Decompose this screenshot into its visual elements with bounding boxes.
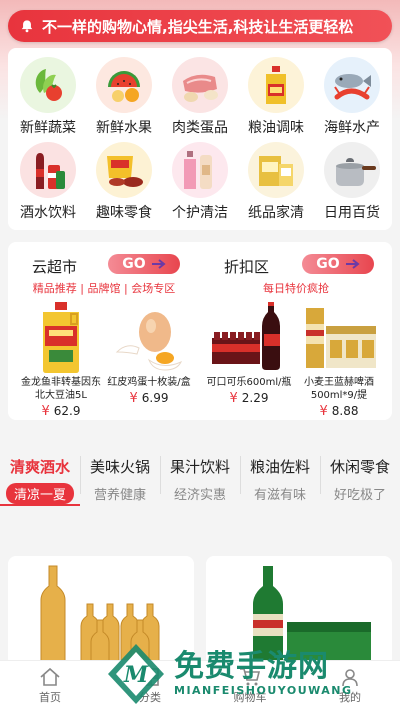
home-icon <box>40 667 60 686</box>
notice-bar[interactable]: 不一样的购物心情,指尖生活,科技让生活更轻松 <box>8 10 392 42</box>
fruit-icon <box>96 56 152 113</box>
tab-hotpot[interactable]: 美味火锅 营养健康 <box>80 446 160 506</box>
category-label: 新鲜水果 <box>96 119 152 136</box>
category-item-drinks[interactable]: 酒水饮料 <box>10 139 86 224</box>
tab-title: 粮油佐料 <box>249 458 310 476</box>
paper-icon <box>248 141 304 198</box>
snack-icon <box>96 141 152 198</box>
category-item-meat-eggs[interactable]: 肉类蛋品 <box>162 54 238 139</box>
product-card-coca-cola[interactable]: 可口可乐600ml/瓶 ¥2.29 <box>206 300 292 406</box>
tab-subtitle: 清凉一夏 <box>5 483 74 504</box>
pot-icon <box>324 141 380 198</box>
product-name: 金龙鱼非转基因东北大豆油5L <box>21 377 101 401</box>
product-card-soybean-oil[interactable]: 金龙鱼非转基因东北大豆油5L ¥62.9 <box>18 300 104 419</box>
supermarket-go-button[interactable]: GO <box>108 254 180 274</box>
nav-label: 分类 <box>139 691 161 704</box>
product-name: 小麦王蓝赫啤酒500ml*9/提 <box>304 377 374 401</box>
nav-home[interactable]: 首页 <box>0 661 100 711</box>
category-label: 新鲜蔬菜 <box>20 119 76 136</box>
category-item-paper-home[interactable]: 纸品家清 <box>238 139 314 224</box>
eggs-image <box>106 300 192 374</box>
promo-subtitle[interactable]: 精品推荐 | 品牌馆 | 会场专区 <box>8 280 200 296</box>
tab-subtitle: 好吃极了 <box>333 488 386 503</box>
product-price: ¥2.29 <box>229 391 269 406</box>
tab-title: 果汁饮料 <box>169 458 230 476</box>
user-icon <box>342 669 358 687</box>
vegetable-icon <box>20 56 76 113</box>
product-card[interactable] <box>8 556 194 666</box>
category-item-grain-oil[interactable]: 粮油调味 <box>238 54 314 139</box>
cloud-supermarket-panel: 云超市 GO 精品推荐 | 品牌馆 | 会场专区 金龙鱼非转基因东北大豆油5L <box>8 242 200 420</box>
product-name: 红皮鸡蛋十枚装/盒 <box>107 377 191 388</box>
liquor-bottles-image <box>40 565 160 666</box>
nav-label: 首页 <box>39 691 61 704</box>
nav-mine[interactable]: 我的 <box>300 661 400 711</box>
tab-subtitle: 有滋有味 <box>253 488 306 503</box>
tab-juice[interactable]: 果汁饮料 经济实惠 <box>160 446 240 506</box>
discount-go-button[interactable]: GO <box>302 254 374 274</box>
active-tab-indicator <box>0 504 80 506</box>
promo-subtitle[interactable]: 每日特价疯抢 <box>200 280 392 296</box>
product-price: ¥6.99 <box>129 391 169 406</box>
seafood-icon <box>324 56 380 113</box>
notice-text: 不一样的购物心情,指尖生活,科技让生活更轻松 <box>42 17 354 36</box>
tab-title: 清爽酒水 <box>9 458 70 476</box>
nav-label: 我的 <box>339 691 361 704</box>
category-grid: 新鲜蔬菜 新鲜水果 肉类蛋品 粮油调味 海鲜水产 酒水饮料 趣味零食 个护清洁 … <box>8 48 392 230</box>
category-label: 肉类蛋品 <box>172 119 228 136</box>
category-label: 日用百货 <box>324 204 380 221</box>
product-grid <box>0 520 400 666</box>
category-item-vegetables[interactable]: 新鲜蔬菜 <box>10 54 86 139</box>
promo-title: 折扣区 <box>224 258 270 276</box>
oil-icon <box>248 56 304 113</box>
arrow-right-icon <box>345 259 360 269</box>
category-label: 酒水饮料 <box>20 204 76 221</box>
product-price: ¥8.88 <box>319 404 359 419</box>
tab-condiments[interactable]: 粮油佐料 有滋有味 <box>240 446 320 506</box>
category-label: 粮油调味 <box>248 119 304 136</box>
tab-snacks[interactable]: 休闲零食 好吃极了 <box>320 446 400 506</box>
product-card-eggs[interactable]: 红皮鸡蛋十枚装/盒 ¥6.99 <box>106 300 192 406</box>
beer-image <box>296 300 382 374</box>
green-beer-image <box>253 566 371 666</box>
category-icon <box>141 668 159 686</box>
tab-subtitle: 经济实惠 <box>173 488 226 503</box>
category-item-snacks[interactable]: 趣味零食 <box>86 139 162 224</box>
cleaning-icon <box>172 141 228 198</box>
category-label: 纸品家清 <box>248 204 304 221</box>
nav-label: 购物车 <box>233 691 267 704</box>
bottom-navigation: 首页 分类 购物车 我的 <box>0 660 400 711</box>
category-item-fruits[interactable]: 新鲜水果 <box>86 54 162 139</box>
category-label: 海鲜水产 <box>324 119 380 136</box>
promo-title: 云超市 <box>32 258 78 276</box>
drink-icon <box>20 141 76 198</box>
category-item-personal-care[interactable]: 个护清洁 <box>162 139 238 224</box>
product-card-beer[interactable]: 小麦王蓝赫啤酒500ml*9/提 ¥8.88 <box>296 300 382 419</box>
promo-section: 云超市 GO 精品推荐 | 品牌馆 | 会场专区 金龙鱼非转基因东北大豆油5L <box>8 242 392 420</box>
soybean-oil-image <box>18 300 104 374</box>
category-item-seafood[interactable]: 海鲜水产 <box>314 54 390 139</box>
tab-title: 休闲零食 <box>329 458 390 476</box>
meat-icon <box>172 56 228 113</box>
category-label: 趣味零食 <box>96 204 152 221</box>
category-item-daily-goods[interactable]: 日用百货 <box>314 139 390 224</box>
topic-tabs: 清爽酒水 清凉一夏 美味火锅 营养健康 果汁饮料 经济实惠 粮油佐料 有滋有味 … <box>0 446 400 506</box>
bell-icon <box>21 20 33 33</box>
tab-subtitle: 营养健康 <box>93 488 146 503</box>
cart-icon <box>240 668 261 686</box>
product-price: ¥62.9 <box>41 404 81 419</box>
arrow-right-icon <box>151 259 166 269</box>
product-card[interactable] <box>206 556 392 666</box>
coca-cola-image <box>206 300 292 374</box>
product-name: 可口可乐600ml/瓶 <box>206 377 292 388</box>
nav-category[interactable]: 分类 <box>100 661 200 711</box>
category-label: 个护清洁 <box>172 204 228 221</box>
tab-refreshing-drinks[interactable]: 清爽酒水 清凉一夏 <box>0 446 80 506</box>
tab-title: 美味火锅 <box>89 458 150 476</box>
nav-cart[interactable]: 购物车 <box>200 661 300 711</box>
discount-zone-panel: 折扣区 GO 每日特价疯抢 可口可乐600ml/瓶 ¥ 2.29 小麦王蓝赫啤酒… <box>200 242 392 420</box>
